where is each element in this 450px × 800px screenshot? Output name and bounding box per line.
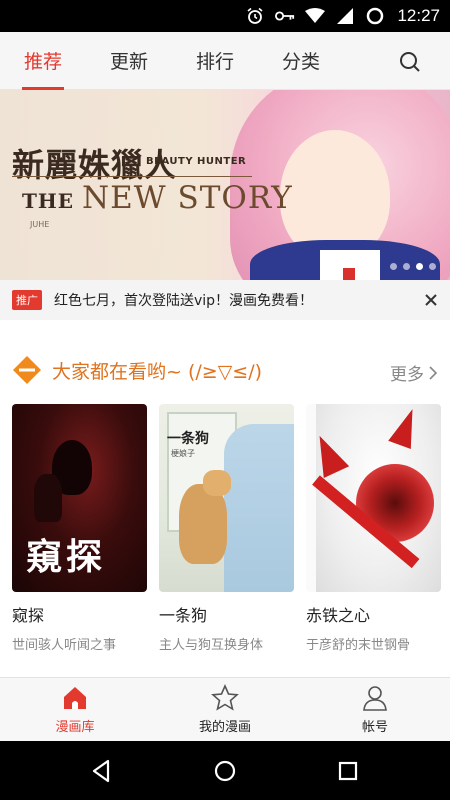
cover-title: 一条狗 <box>167 431 209 447</box>
nav-label: 漫画库 <box>55 720 95 735</box>
pager-dot[interactable] <box>390 263 397 270</box>
tab-categories[interactable]: 分类 <box>282 32 320 90</box>
comic-desc: 世间骇人听闻之事 <box>12 638 117 653</box>
promo-banner[interactable]: 新麗姝獵人 BEAUTY HUNTER THE NEW STORY JUHE <box>0 90 450 280</box>
alarm-icon <box>245 6 265 26</box>
pager-dot[interactable] <box>403 263 410 270</box>
tab-ranking[interactable]: 排行 <box>196 32 234 90</box>
comic-card[interactable]: 窺探 窥探 世间骇人听闻之事 <box>12 404 147 664</box>
banner-new-story: NEW STORY <box>82 180 293 216</box>
battery-icon <box>365 6 385 26</box>
banner-the: THE <box>22 189 75 213</box>
comic-cover[interactable]: 一条狗 梗娘子 <box>159 404 294 592</box>
star-icon <box>211 684 239 711</box>
back-icon[interactable] <box>89 758 115 784</box>
wifi-icon <box>305 6 326 26</box>
status-bar: 12:27 <box>0 0 450 32</box>
comic-card[interactable]: 赤铁之心 于彦舒的末世钢骨 <box>306 404 441 664</box>
comic-desc: 主人与狗互换身体 <box>159 638 264 653</box>
chevron-right-icon <box>429 365 438 380</box>
nav-account[interactable]: 帐号 <box>300 678 450 741</box>
home-icon <box>64 687 86 709</box>
search-icon[interactable] <box>398 50 422 74</box>
section-title: 大家都在看哟~ (/≥▽≤/) <box>52 360 263 383</box>
comic-name[interactable]: 窥探 <box>12 602 147 626</box>
cover-title: 窺探 <box>26 536 107 578</box>
comic-cover[interactable] <box>306 404 441 592</box>
comic-name[interactable]: 赤铁之心 <box>306 602 441 626</box>
more-label: 更多 <box>390 365 424 385</box>
comic-card[interactable]: 一条狗 梗娘子 一条狗 主人与狗互换身体 <box>159 404 294 664</box>
cover-dog-face <box>203 470 231 496</box>
banner-divider <box>12 176 252 177</box>
home-button-icon[interactable] <box>212 758 238 784</box>
recents-icon[interactable] <box>335 758 361 784</box>
comic-list: 窺探 窥探 世间骇人听闻之事 一条狗 梗娘子 一条狗 主人与狗互换身体 赤铁之心… <box>12 404 450 664</box>
bottom-nav: 漫画库 我的漫画 帐号 <box>0 677 450 741</box>
more-link[interactable]: 更多 <box>390 360 438 385</box>
person-icon <box>363 686 387 711</box>
tag-icon <box>12 355 42 385</box>
system-nav-bar <box>0 741 450 800</box>
banner-character-ribbon <box>343 268 355 280</box>
nav-comic-library[interactable]: 漫画库 <box>0 678 150 741</box>
comic-name[interactable]: 一条狗 <box>159 602 294 626</box>
banner-pager <box>390 263 436 270</box>
comic-cover[interactable]: 窺探 <box>12 404 147 592</box>
section-header: 大家都在看哟~ (/≥▽≤/) 更多 <box>0 340 450 400</box>
pager-dot-active[interactable] <box>416 263 423 270</box>
nav-label: 帐号 <box>361 720 388 735</box>
banner-subtitle: BEAUTY HUNTER <box>146 156 247 167</box>
promo-tag: 推广 <box>12 290 42 310</box>
pager-dot[interactable] <box>429 263 436 270</box>
close-icon[interactable] <box>424 292 438 306</box>
cover-author: 梗娘子 <box>171 449 195 458</box>
banner-brand: JUHE <box>30 220 50 229</box>
key-icon <box>275 6 295 26</box>
top-tab-bar: 推荐 更新 排行 分类 <box>0 32 450 90</box>
tab-updates[interactable]: 更新 <box>110 32 148 90</box>
notice-text[interactable]: 红色七月，首次登陆送vip！漫画免费看！ <box>54 290 313 310</box>
cover-hand <box>34 474 62 522</box>
cover-dog <box>179 484 227 564</box>
cover-person <box>224 424 294 592</box>
banner-title-en: THE NEW STORY <box>22 180 293 216</box>
nav-label: 我的漫画 <box>198 720 251 735</box>
nav-my-comics[interactable]: 我的漫画 <box>150 678 300 741</box>
comic-desc: 于彦舒的末世钢骨 <box>306 638 411 653</box>
notice-bar[interactable]: 推广 红色七月，首次登陆送vip！漫画免费看！ <box>0 280 450 320</box>
status-time: 12:27 <box>397 6 440 25</box>
tab-recommend[interactable]: 推荐 <box>21 32 65 90</box>
signal-icon <box>335 6 355 26</box>
